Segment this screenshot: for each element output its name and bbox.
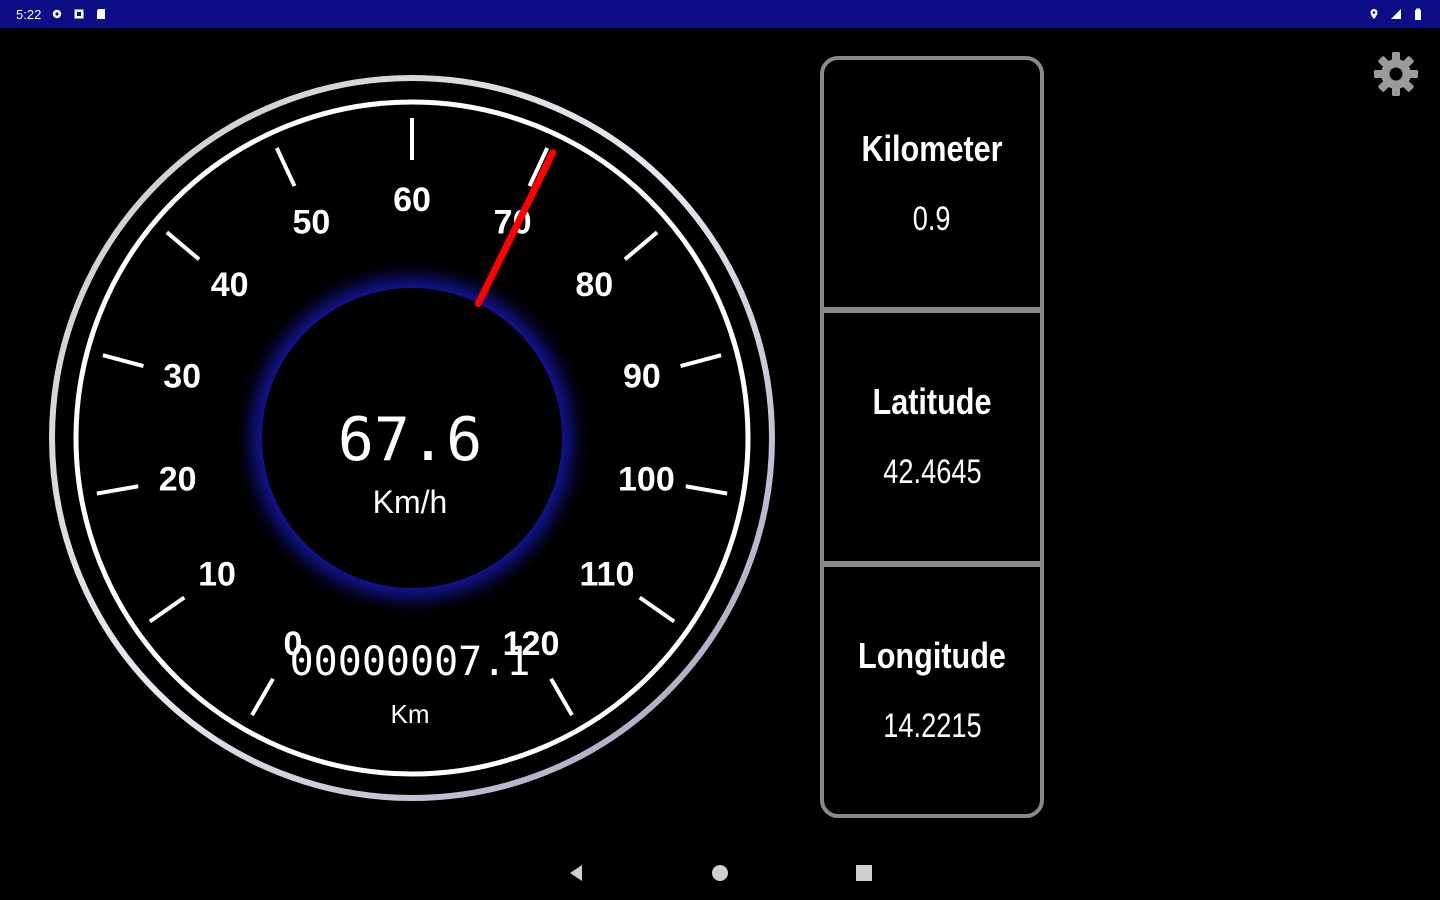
status-bar-right — [1368, 8, 1424, 20]
gauge-tick-label: 40 — [211, 266, 249, 304]
recents-icon — [856, 865, 872, 881]
gauge-tick-label: 60 — [393, 181, 431, 219]
longitude-value: 14.2215 — [882, 706, 982, 745]
gauge-tick-label: 20 — [159, 460, 197, 498]
speed-needle — [474, 149, 557, 307]
gauge-tick-label: 50 — [293, 203, 331, 241]
speedometer: 0 10 20 30 40 50 60 70 80 90 100 110 120 67.6 Km/h 0… — [48, 74, 776, 802]
home-button[interactable] — [707, 860, 733, 886]
gauge-tick — [250, 677, 275, 717]
speed-value: 67.6 — [338, 405, 483, 475]
navigation-bar — [0, 846, 1440, 900]
home-icon — [712, 865, 728, 881]
odometer-unit: Km — [391, 699, 430, 729]
latitude-card: Latitude 42.4645 — [824, 313, 1040, 567]
latitude-value: 42.4645 — [882, 453, 982, 492]
status-time: 5:22 — [16, 6, 42, 22]
back-icon — [570, 865, 582, 881]
gauge-tick-label: 100 — [618, 460, 675, 498]
info-panel: Kilometer 0.9 Latitude 42.4645 Longitude… — [820, 56, 1044, 818]
battery-icon — [1412, 8, 1424, 20]
gauge-tick — [148, 595, 186, 624]
gauge-tick-label: 90 — [623, 357, 661, 395]
status-bar-left: 5:22 — [16, 7, 107, 22]
gauge-tick — [685, 484, 728, 496]
settings-button[interactable] — [1372, 50, 1420, 98]
gauge-tick — [102, 353, 144, 368]
location-icon — [1368, 8, 1380, 20]
sd-card-icon — [95, 8, 107, 20]
gauge-tick — [549, 677, 574, 717]
gauge-tick-label: 80 — [575, 266, 613, 304]
speed-unit: Km/h — [373, 484, 448, 520]
kilometer-card: Kilometer 0.9 — [824, 60, 1040, 314]
back-button[interactable] — [563, 860, 589, 886]
longitude-card: Longitude 14.2215 — [824, 567, 1040, 814]
gauge-tick — [680, 353, 722, 368]
gear-icon — [1374, 52, 1418, 96]
gauge-tick-label: 30 — [163, 357, 201, 395]
longitude-label: Longitude — [858, 634, 1006, 676]
latitude-label: Latitude — [872, 381, 992, 423]
kilometer-value: 0.9 — [913, 200, 951, 239]
gauge-tick-label: 10 — [198, 556, 236, 594]
odometer-value: 00000007.1 — [290, 639, 531, 685]
gauge-tick — [623, 230, 659, 261]
gauge-tick — [165, 230, 201, 261]
status-bar: 5:22 — [0, 0, 1440, 28]
gauge-tick — [638, 595, 676, 624]
gauge-tick-label: 110 — [580, 556, 635, 594]
square-notification-icon — [73, 8, 85, 20]
settings-notification-icon — [51, 8, 63, 20]
kilometer-label: Kilometer — [861, 128, 1003, 170]
gauge-tick — [274, 147, 297, 187]
speedometer-dial: 0102030405060708090100110120 67.6 Km/h 0… — [49, 75, 775, 801]
signal-icon — [1390, 8, 1402, 20]
recents-button[interactable] — [851, 860, 877, 886]
gauge-tick — [96, 484, 139, 496]
